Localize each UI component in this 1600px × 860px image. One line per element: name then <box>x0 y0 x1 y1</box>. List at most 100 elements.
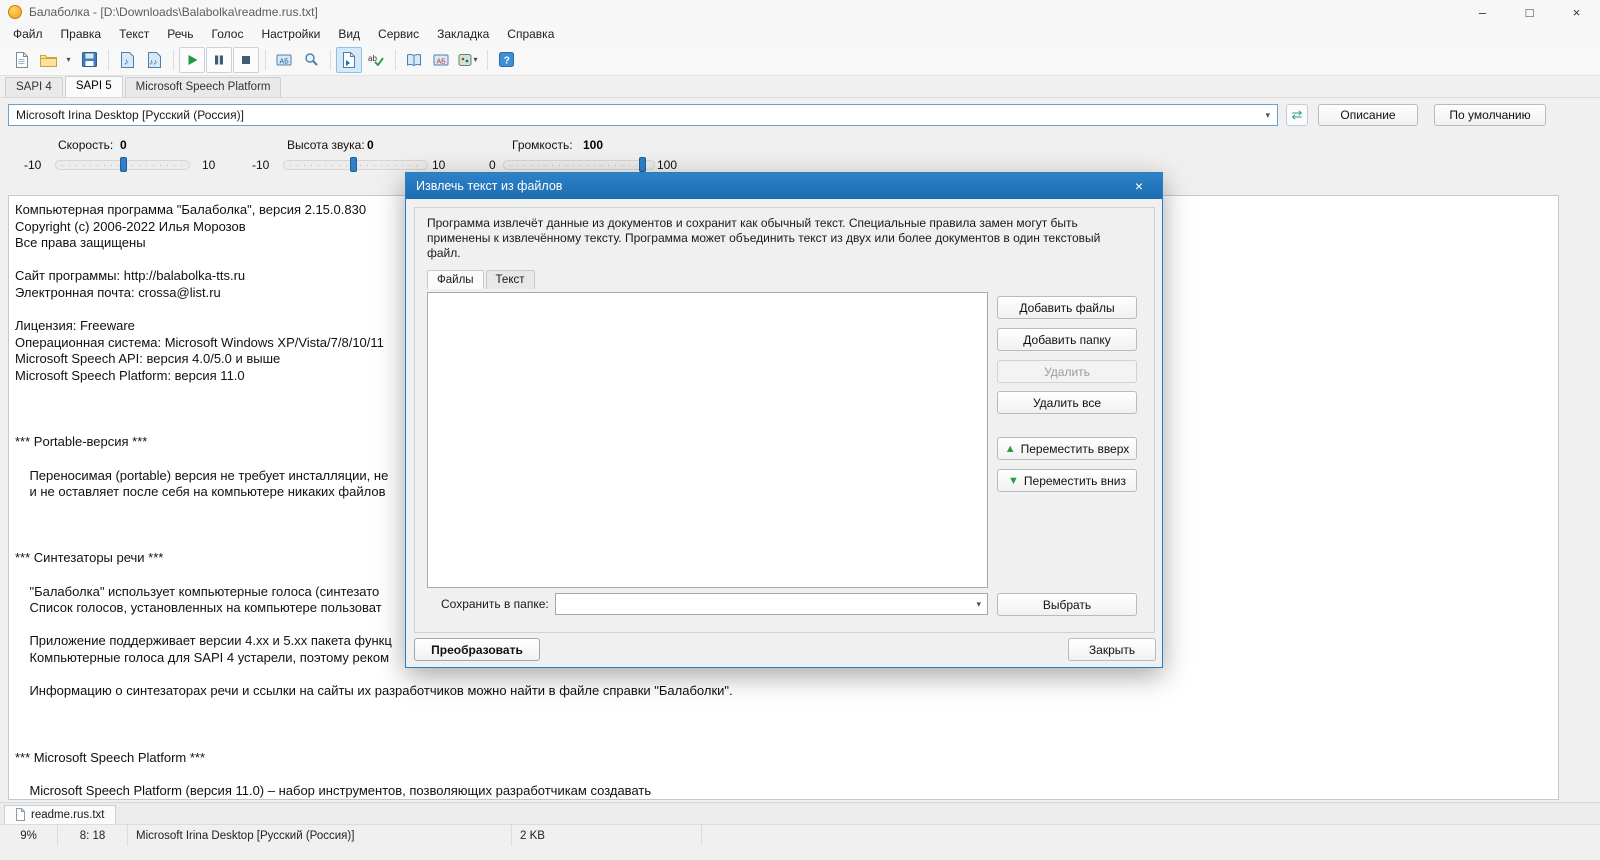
menu-edit[interactable]: Правка <box>52 24 111 44</box>
choose-folder-button[interactable]: Выбрать <box>997 593 1137 616</box>
save-file-button[interactable] <box>76 47 102 73</box>
dialog-tabs: Файлы Текст <box>427 270 537 289</box>
menu-settings[interactable]: Настройки <box>252 24 329 44</box>
search-button[interactable]: АБ <box>271 47 297 73</box>
move-down-label: Переместить вниз <box>1023 473 1126 488</box>
status-progress: 9% <box>0 825 58 846</box>
dialog-tab-files[interactable]: Файлы <box>427 270 484 289</box>
tab-speech-platform[interactable]: Microsoft Speech Platform <box>124 77 282 97</box>
convert-button[interactable]: Преобразовать <box>414 638 540 661</box>
stop-button[interactable] <box>233 46 259 73</box>
menu-service[interactable]: Сервис <box>369 24 428 44</box>
save-folder-combobox[interactable]: ▾ <box>555 593 988 615</box>
pause-icon <box>215 55 223 64</box>
pitch-slider-thumb[interactable] <box>349 157 357 172</box>
open-file-menu-button[interactable]: ▾ <box>62 47 75 73</box>
svg-text:♪: ♪ <box>124 56 129 66</box>
pitch-slider[interactable] <box>283 157 428 172</box>
voice-default-button[interactable]: По умолчанию <box>1434 104 1546 126</box>
move-down-button[interactable]: ▼ Переместить вниз <box>997 469 1137 492</box>
spellcheck-button[interactable]: ab <box>363 47 389 73</box>
file-tab-label: readme.rus.txt <box>31 808 105 821</box>
arrow-up-icon: ▲ <box>1004 442 1016 455</box>
new-file-button[interactable] <box>8 47 34 73</box>
volume-max: 100 <box>657 158 678 172</box>
play-button[interactable] <box>179 46 205 73</box>
move-up-button[interactable]: ▲ Переместить вверх <box>997 437 1137 460</box>
pitch-max: 10 <box>432 158 446 172</box>
menu-bar: Файл Правка Текст Речь Голос Настройки В… <box>0 24 1600 44</box>
minimize-icon: – <box>1478 4 1487 20</box>
split-audio-button[interactable]: ♪♪ <box>141 47 167 73</box>
dictionary-icon <box>407 53 421 66</box>
svg-text:ab: ab <box>368 54 377 63</box>
speed-min: -10 <box>24 158 42 172</box>
pitch-value: 0 <box>367 138 374 152</box>
pitch-min: -10 <box>252 158 270 172</box>
volume-label: Громкость: <box>512 138 573 152</box>
voice-combobox[interactable]: Microsoft Irina Desktop [Русский (Россия… <box>8 104 1278 126</box>
title-bar: Балаболка - [D:\Downloads\Balabolka\read… <box>0 0 1600 24</box>
status-empty <box>702 825 1600 846</box>
menu-bookmark[interactable]: Закладка <box>428 24 498 44</box>
refresh-icon: ⇄ <box>1291 107 1303 122</box>
dialog-close-button[interactable]: × <box>1126 178 1152 194</box>
menu-speech[interactable]: Речь <box>158 24 202 44</box>
stop-icon <box>242 55 250 64</box>
skins-icon <box>458 53 472 66</box>
voice-description-button[interactable]: Описание <box>1318 104 1418 126</box>
refresh-voices-button[interactable]: ⇄ <box>1286 104 1308 126</box>
delete-button[interactable]: Удалить <box>997 360 1137 383</box>
menu-help[interactable]: Справка <box>498 24 563 44</box>
save-audio-button[interactable]: ♪ <box>114 47 140 73</box>
tab-sapi5[interactable]: SAPI 5 <box>64 76 123 97</box>
add-files-button[interactable]: Добавить файлы <box>997 296 1137 319</box>
file-list[interactable] <box>427 292 988 588</box>
speed-slider[interactable] <box>55 157 190 172</box>
skins-menu-button[interactable]: ▾ <box>455 47 481 73</box>
pronunciation-button[interactable]: АБ <box>428 47 454 73</box>
toolbar-separator <box>173 49 174 70</box>
window-controls: – □ × <box>1459 0 1600 24</box>
dialog-title: Извлечь текст из файлов <box>416 179 563 193</box>
dialog-title-bar[interactable]: Извлечь текст из файлов × <box>406 173 1162 199</box>
balabolka-window: Балаболка - [D:\Downloads\Balabolka\read… <box>0 0 1600 860</box>
extract-text-button[interactable] <box>336 46 362 73</box>
dialog-tab-text[interactable]: Текст <box>485 270 535 289</box>
help-button[interactable]: ? <box>493 47 519 73</box>
dropdown-arrow-icon: ▾ <box>66 54 71 64</box>
pause-button[interactable] <box>206 46 232 73</box>
menu-voice[interactable]: Голос <box>203 24 253 44</box>
speed-max: 10 <box>202 158 216 172</box>
file-tab[interactable]: readme.rus.txt <box>4 805 116 824</box>
minimize-button[interactable]: – <box>1459 0 1506 24</box>
split-audio-icon: ♪♪ <box>147 51 161 68</box>
svg-text:АБ: АБ <box>280 58 290 65</box>
chevron-down-icon: ▾ <box>1265 109 1270 120</box>
menu-text[interactable]: Текст <box>110 24 158 44</box>
status-bar: 9% 8: 18 Microsoft Irina Desktop [Русски… <box>0 824 1600 846</box>
engine-tabstrip: SAPI 4 SAPI 5 Microsoft Speech Platform <box>0 76 1600 98</box>
delete-all-button[interactable]: Удалить все <box>997 391 1137 414</box>
close-button[interactable]: × <box>1553 0 1600 24</box>
save-audio-icon: ♪ <box>120 51 134 68</box>
pitch-label: Высота звука: <box>287 138 365 152</box>
extract-text-dialog: Извлечь текст из файлов × Программа извл… <box>405 172 1163 668</box>
dialog-close-footer-button[interactable]: Закрыть <box>1068 638 1156 661</box>
volume-slider[interactable] <box>503 157 655 172</box>
search-text-icon: АБ <box>276 54 292 65</box>
magnifier-button[interactable] <box>298 47 324 73</box>
menu-file[interactable]: Файл <box>4 24 52 44</box>
speed-slider-thumb[interactable] <box>119 157 127 172</box>
open-file-button[interactable] <box>35 47 61 73</box>
menu-view[interactable]: Вид <box>329 24 369 44</box>
maximize-button[interactable]: □ <box>1506 0 1553 24</box>
volume-slider-thumb[interactable] <box>639 157 646 172</box>
caret-position-value: 8: 18 <box>79 829 106 842</box>
file-icon <box>16 808 25 821</box>
tab-sapi4[interactable]: SAPI 4 <box>5 77 63 97</box>
dictionary-button[interactable] <box>401 47 427 73</box>
svg-text:♪♪: ♪♪ <box>149 57 157 66</box>
app-icon <box>8 5 22 19</box>
add-folder-button[interactable]: Добавить папку <box>997 328 1137 351</box>
